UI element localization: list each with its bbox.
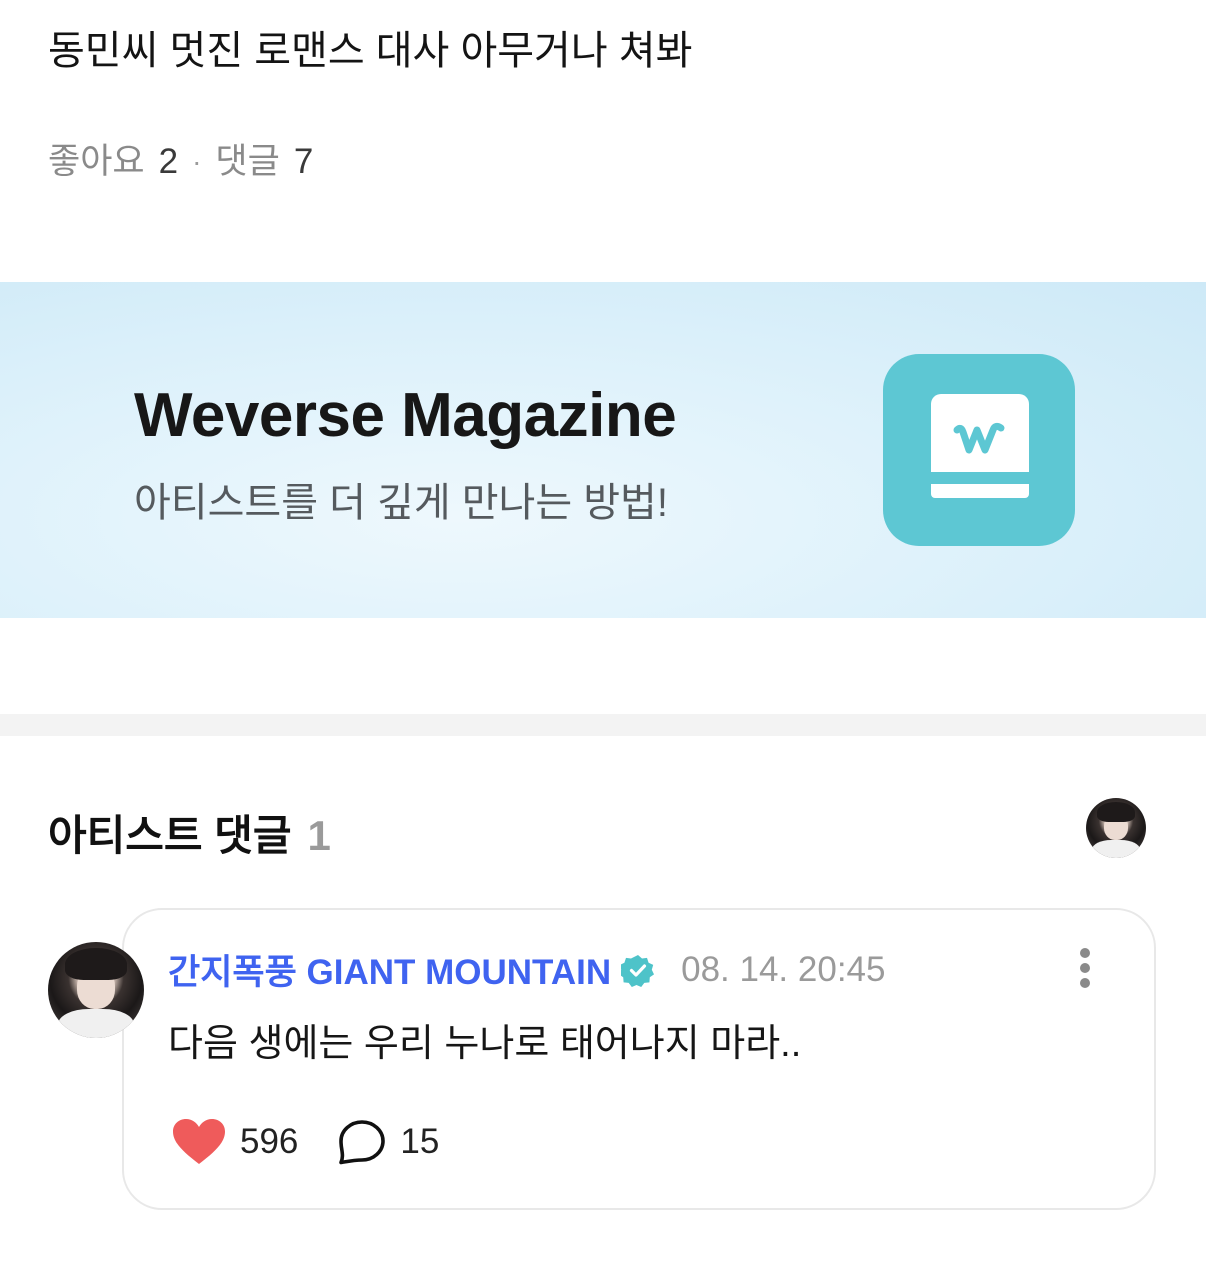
comment-timestamp: 08. 14. 20:45 — [681, 949, 886, 989]
reply-count: 15 — [400, 1122, 440, 1161]
banner-title: Weverse Magazine — [134, 381, 677, 450]
like-count: 596 — [240, 1122, 299, 1161]
stats-separator: · — [192, 146, 202, 177]
artist-comments-count: 1 — [307, 812, 331, 859]
reply-button[interactable]: 15 — [338, 1119, 439, 1165]
artist-comments-title: 아티스트 댓글 — [48, 812, 292, 859]
post-title: 동민씨 멋진 로맨스 대사 아무거나 쳐봐 — [48, 29, 693, 73]
artist-avatar[interactable] — [1086, 798, 1146, 858]
verified-badge-icon — [619, 953, 655, 987]
heart-icon — [173, 1119, 225, 1164]
likes-count: 2 — [158, 142, 179, 181]
more-options-icon[interactable] — [1068, 944, 1102, 992]
artist-comments-heading: 아티스트 댓글 1 — [48, 802, 331, 863]
post-stats: 좋아요 2 · 댓글 7 — [48, 140, 313, 184]
likes-label: 좋아요 — [48, 142, 145, 181]
speech-bubble-icon — [339, 1120, 386, 1165]
section-divider — [0, 714, 1206, 736]
comment-header: 간지폭풍 GIANT MOUNTAIN 08. 14. 20:45 — [168, 944, 885, 995]
comments-label[interactable]: 댓글 — [215, 140, 279, 184]
comment-author-avatar[interactable] — [48, 942, 144, 1038]
like-button[interactable]: 596 — [172, 1118, 298, 1166]
page: 동민씨 멋진 로맨스 대사 아무거나 쳐봐 좋아요 2 · 댓글 7 Wever… — [0, 0, 1206, 1261]
comments-count[interactable]: 7 — [294, 140, 313, 184]
comment-actions: 596 15 — [172, 1118, 439, 1166]
comment-text: 다음 생에는 우리 누나로 태어나지 마라.. — [168, 1023, 802, 1065]
weverse-magazine-book-icon — [883, 354, 1075, 546]
weverse-magazine-banner[interactable]: Weverse Magazine 아티스트를 더 깊게 만나는 방법! — [0, 282, 1206, 618]
banner-subtitle: 아티스트를 더 깊게 만나는 방법! — [134, 481, 668, 525]
comment-author-name[interactable]: 간지폭풍 GIANT MOUNTAIN — [168, 944, 611, 995]
